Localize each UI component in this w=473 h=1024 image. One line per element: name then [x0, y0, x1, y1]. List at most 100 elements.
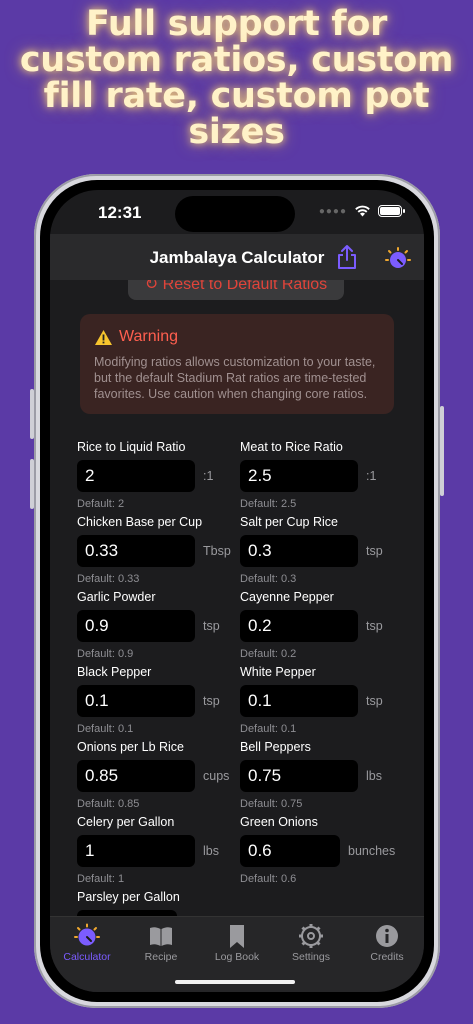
home-indicator: [175, 980, 295, 984]
tab-label: Settings: [292, 951, 330, 963]
ratio-field: Chicken Base per Cup 0.33 Tbsp Default: 0.3…: [77, 515, 247, 585]
cellular-icon: ●●●●: [318, 205, 347, 217]
field-default: Default: 1: [77, 873, 125, 885]
battery-icon: [378, 205, 405, 217]
headline-line-1: Full support for: [85, 4, 388, 44]
field-input[interactable]: 2: [77, 460, 195, 492]
reset-label: Reset to Default Ratios: [162, 280, 328, 293]
ratio-field: Celery per Gallon 1 lbs Default: 1: [77, 815, 247, 885]
field-input[interactable]: 0.1: [240, 685, 358, 717]
field-default: Default: 0.9: [77, 648, 134, 660]
field-unit: :1: [366, 469, 377, 483]
field-label: White Pepper: [240, 665, 316, 679]
tab-settings[interactable]: Settings: [274, 923, 348, 963]
navigation-bar: Jambalaya Calculator: [50, 234, 424, 280]
field-unit: tsp: [203, 694, 220, 708]
field-default: Default: 2: [77, 498, 125, 510]
tab-credits[interactable]: Credits: [350, 923, 424, 963]
warning-triangle-icon: [95, 329, 112, 345]
ratio-field: Meat to Rice Ratio 2.5:1 Default: 2.5: [240, 440, 408, 510]
field-unit: tsp: [366, 619, 383, 633]
ratio-field: Cayenne Pepper 0.2 tsp Default: 0.2: [240, 590, 408, 660]
tab-calculator[interactable]: Calculator: [50, 923, 124, 963]
field-input[interactable]: 0.33: [77, 535, 195, 567]
field-label: Onions per Lb Rice: [77, 740, 185, 754]
ratio-field: Onions per Lb Rice 0.85 cups Default: 0.85: [77, 740, 247, 810]
volume-down-button: [30, 459, 34, 509]
field-unit: tsp: [366, 694, 383, 708]
headline-line-3: fill rate, custom pot: [43, 76, 430, 116]
bookmark-icon: [230, 925, 244, 948]
field-input[interactable]: 0.2: [240, 610, 358, 642]
wifi-icon: [355, 205, 370, 217]
field-label: Meat to Rice Ratio: [240, 440, 343, 454]
nav-title: Jambalaya Calculator: [149, 248, 325, 267]
field-unit: bunches: [348, 844, 396, 858]
promo-headline: Full support for custom ratios, custom f…: [0, 6, 473, 150]
volume-up-button: [30, 389, 34, 439]
warning-body: Modifying ratios allows customization to…: [94, 355, 376, 401]
tab-label: Recipe: [144, 951, 178, 963]
tab-label: Log Book: [214, 951, 260, 963]
dynamic-island: [175, 196, 295, 232]
knob-icon[interactable]: [385, 246, 411, 272]
headline-line-2: custom ratios, custom: [19, 40, 454, 80]
field-default: Default: 0.1: [240, 723, 297, 735]
field-unit: tsp: [203, 619, 220, 633]
ratio-field: White Pepper 0.1 tsp Default: 0.1: [240, 665, 408, 735]
field-unit: lbs: [366, 769, 382, 783]
status-icons: ●●●●: [318, 205, 405, 217]
book-icon: [150, 927, 172, 946]
field-default: Default: 0.1: [77, 723, 134, 735]
gear-icon: [299, 924, 323, 948]
field-label: Black Pepper: [77, 665, 152, 679]
field-default: Default: 0.6: [240, 873, 297, 885]
status-time: 12:31: [98, 203, 142, 222]
ratio-field: Bell Peppers 0.75 lbs Default: 0.75: [240, 740, 408, 810]
info-icon: [376, 925, 398, 947]
warning-card: Warning Modifying ratios allows customiz…: [80, 314, 394, 414]
field-input[interactable]: 0.6: [240, 835, 340, 867]
field-label: Cayenne Pepper: [240, 590, 334, 604]
reset-defaults-button[interactable]: ↻ Reset to Default Ratios: [128, 280, 344, 300]
field-default: Default: 0.2: [240, 648, 297, 660]
screen: 12:31 ●●●● Jambalaya Calculator ↻ Reset …: [50, 190, 424, 992]
tab-recipe[interactable]: Recipe: [124, 923, 198, 963]
field-input[interactable]: 0.3: [240, 535, 358, 567]
field-label: Celery per Gallon: [77, 815, 175, 829]
share-icon[interactable]: [336, 244, 358, 270]
field-unit: cups: [203, 769, 230, 783]
tab-label: Credits: [370, 951, 404, 963]
warning-title: Warning: [119, 328, 178, 345]
power-button: [440, 406, 444, 496]
field-label: Garlic Powder: [77, 590, 156, 604]
field-input[interactable]: 0.9: [77, 610, 195, 642]
field-input[interactable]: 1: [77, 835, 195, 867]
field-default: Default: 0.75: [240, 798, 303, 810]
ratio-field: Garlic Powder 0.9 tsp Default: 0.9: [77, 590, 247, 660]
field-label: Parsley per Gallon: [77, 890, 180, 904]
field-unit: lbs: [203, 844, 219, 858]
field-input[interactable]: 0.75: [240, 760, 358, 792]
headline-line-4: sizes: [188, 112, 285, 152]
field-label: Green Onions: [240, 815, 318, 829]
field-default: Default: 0.3: [240, 573, 297, 585]
knob-icon: [74, 923, 100, 946]
field-label: Salt per Cup Rice: [240, 515, 338, 529]
ratio-field: Black Pepper 0.1 tsp Default: 0.1: [77, 665, 247, 735]
ratios-form: ↻ Reset to Default Ratios Warning Modify…: [62, 280, 408, 940]
phone-frame: 12:31 ●●●● Jambalaya Calculator ↻ Reset …: [30, 174, 444, 1008]
phone-bezel: 12:31 ●●●● Jambalaya Calculator ↻ Reset …: [40, 180, 434, 1002]
reset-icon: ↻: [144, 280, 163, 293]
tab-log-book[interactable]: Log Book: [200, 923, 274, 963]
tab-label: Calculator: [63, 951, 111, 963]
ratio-field: Green Onions 0.6 bunches Default: 0.6: [240, 815, 408, 885]
field-unit: Tbsp: [203, 544, 231, 558]
ratio-field: Salt per Cup Rice 0.3 tsp Default: 0.3: [240, 515, 408, 585]
field-label: Rice to Liquid Ratio: [77, 440, 186, 454]
field-input[interactable]: 0.85: [77, 760, 195, 792]
field-input[interactable]: 2.5: [240, 460, 358, 492]
field-unit: :1: [203, 469, 214, 483]
field-input[interactable]: 0.1: [77, 685, 195, 717]
field-default: Default: 0.33: [77, 573, 140, 585]
